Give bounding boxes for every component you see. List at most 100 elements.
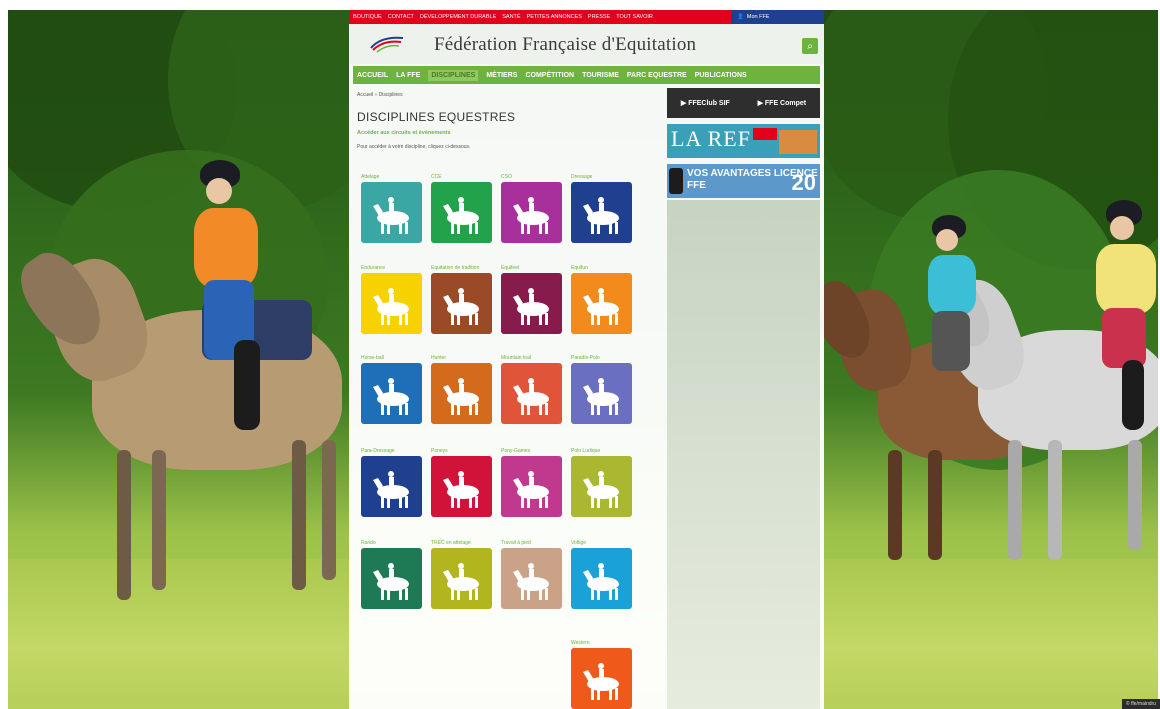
discipline-tile[interactable]: Horse-ball [361, 355, 423, 424]
nav-item-accueil[interactable]: Accueil [357, 72, 388, 79]
nav-item-metiers[interactable]: Métiers [486, 72, 517, 79]
topbar-link-annonces[interactable]: Petites annonces [527, 14, 582, 20]
topbar-link-contact[interactable]: Contact [388, 14, 414, 20]
topbar-link-tout-savoir[interactable]: Tout savoir [616, 14, 653, 20]
discipline-label[interactable]: Poneys [431, 448, 493, 456]
discipline-label[interactable]: Rando [361, 540, 423, 548]
nav-item-disciplines[interactable]: Disciplines [428, 69, 479, 81]
discipline-pictogram[interactable] [501, 456, 562, 517]
discipline-label[interactable]: Equifeel [501, 265, 563, 273]
discipline-pictogram[interactable] [501, 548, 562, 609]
discipline-label[interactable]: Western [571, 640, 633, 648]
horse-pictogram-icon [373, 197, 409, 234]
discipline-label[interactable]: Polo Ludique [571, 448, 633, 456]
discipline-tile[interactable]: Dressage [571, 174, 633, 243]
discipline-label[interactable]: Dressage [571, 174, 633, 182]
discipline-tile[interactable]: Mountain trail [501, 355, 563, 424]
horse-pictogram-icon [373, 563, 409, 600]
horse-pictogram-icon [443, 288, 479, 325]
ffecompet-link[interactable]: ▶ FFE Compet [758, 99, 807, 107]
ffe-logo-icon[interactable] [369, 34, 405, 54]
discipline-tile[interactable]: Hunter [431, 355, 493, 424]
topbar-link-presse[interactable]: Presse [588, 14, 610, 20]
horse-pictogram-icon [373, 471, 409, 508]
nav-item-publications[interactable]: Publications [695, 72, 747, 79]
discipline-label[interactable]: Horse-ball [361, 355, 423, 363]
site-column: Boutique Contact Développement durable S… [349, 10, 824, 709]
discipline-pictogram[interactable] [361, 456, 422, 517]
discipline-pictogram[interactable] [361, 182, 422, 243]
rider-left [178, 160, 278, 440]
discipline-label[interactable]: CCE [431, 174, 493, 182]
magazine-covers-image [779, 130, 817, 154]
discipline-pictogram[interactable] [501, 182, 562, 243]
discipline-tile[interactable]: Endurance [361, 265, 423, 334]
discipline-label[interactable]: Attelage [361, 174, 423, 182]
discipline-tile[interactable]: Rando [361, 540, 423, 609]
discipline-label[interactable]: Equifun [571, 265, 633, 273]
discipline-tile[interactable]: Attelage [361, 174, 423, 243]
breadcrumb-home[interactable]: Accueil [357, 92, 373, 98]
topbar-link-boutique[interactable]: Boutique [353, 14, 382, 20]
discipline-tile[interactable]: Equifun [571, 265, 633, 334]
discipline-pictogram[interactable] [361, 273, 422, 334]
discipline-tile[interactable]: Polo Ludique [571, 448, 633, 517]
discipline-label[interactable]: Pony-Games [501, 448, 563, 456]
discipline-label[interactable]: Travail à pied [501, 540, 563, 548]
nav-item-competition[interactable]: Compétition [525, 72, 574, 79]
discipline-label[interactable]: Voltige [571, 540, 633, 548]
sidebar-background-fade [667, 200, 820, 709]
photo-credit: © ffe/maindru [1122, 699, 1160, 709]
discipline-tile[interactable]: Western [571, 640, 633, 709]
discipline-pictogram[interactable] [571, 182, 632, 243]
la-ref-banner[interactable]: LA REF [667, 124, 820, 158]
discipline-tile[interactable]: Equifeel [501, 265, 563, 334]
discipline-pictogram[interactable] [501, 273, 562, 334]
discipline-pictogram[interactable] [431, 363, 492, 424]
discipline-tile[interactable]: Poneys [431, 448, 493, 517]
discipline-pictogram[interactable] [501, 363, 562, 424]
discipline-tile[interactable]: TREC en attelage [431, 540, 493, 609]
discipline-pictogram[interactable] [431, 456, 492, 517]
horse-pictogram-icon [443, 378, 479, 415]
horse-pictogram-icon [513, 563, 549, 600]
site-title[interactable]: Fédération Française d'Equitation [434, 34, 696, 56]
discipline-tile[interactable]: Paradis-Polo [571, 355, 633, 424]
discipline-tile[interactable]: Para-Dressage [361, 448, 423, 517]
topbar-link-developpement[interactable]: Développement durable [420, 14, 496, 20]
topbar-link-sante[interactable]: Santé [502, 14, 520, 20]
nav-item-la-ffe[interactable]: La FFE [396, 72, 420, 79]
discipline-label[interactable]: Mountain trail [501, 355, 563, 363]
licence-advantages-banner[interactable]: Vos avantages licence FFE 20 [667, 164, 820, 198]
discipline-tile[interactable]: CCE [431, 174, 493, 243]
discipline-pictogram[interactable] [361, 548, 422, 609]
discipline-tile[interactable]: Voltige [571, 540, 633, 609]
nav-item-parc-equestre[interactable]: Parc Equestre [627, 72, 687, 79]
discipline-pictogram[interactable] [431, 273, 492, 334]
discipline-label[interactable]: TREC en attelage [431, 540, 493, 548]
discipline-pictogram[interactable] [571, 456, 632, 517]
discipline-tile[interactable]: Travail à pied [501, 540, 563, 609]
discipline-label[interactable]: Para-Dressage [361, 448, 423, 456]
discipline-label[interactable]: Paradis-Polo [571, 355, 633, 363]
discipline-pictogram[interactable] [571, 648, 632, 709]
discipline-pictogram[interactable] [431, 182, 492, 243]
discipline-tile[interactable]: Equitation de tradition [431, 265, 493, 334]
discipline-pictogram[interactable] [571, 548, 632, 609]
topbar-links: Boutique Contact Développement durable S… [349, 10, 731, 24]
ffeclub-link[interactable]: ▶ FFEClub SIF [681, 99, 730, 107]
discipline-tile[interactable]: Pony-Games [501, 448, 563, 517]
discipline-tile[interactable]: CSO [501, 174, 563, 243]
discipline-pictogram[interactable] [571, 273, 632, 334]
discipline-pictogram[interactable] [571, 363, 632, 424]
discipline-label[interactable]: Hunter [431, 355, 493, 363]
la-ref-logo: LA REF [671, 126, 751, 151]
discipline-pictogram[interactable] [361, 363, 422, 424]
discipline-label[interactable]: CSO [501, 174, 563, 182]
nav-item-tourisme[interactable]: Tourisme [582, 72, 619, 79]
discipline-label[interactable]: Endurance [361, 265, 423, 273]
discipline-pictogram[interactable] [431, 548, 492, 609]
user-account-link[interactable]: 👤 Mon FFE [731, 10, 824, 24]
discipline-label[interactable]: Equitation de tradition [431, 265, 493, 273]
search-button[interactable]: ⌕ [802, 38, 818, 54]
